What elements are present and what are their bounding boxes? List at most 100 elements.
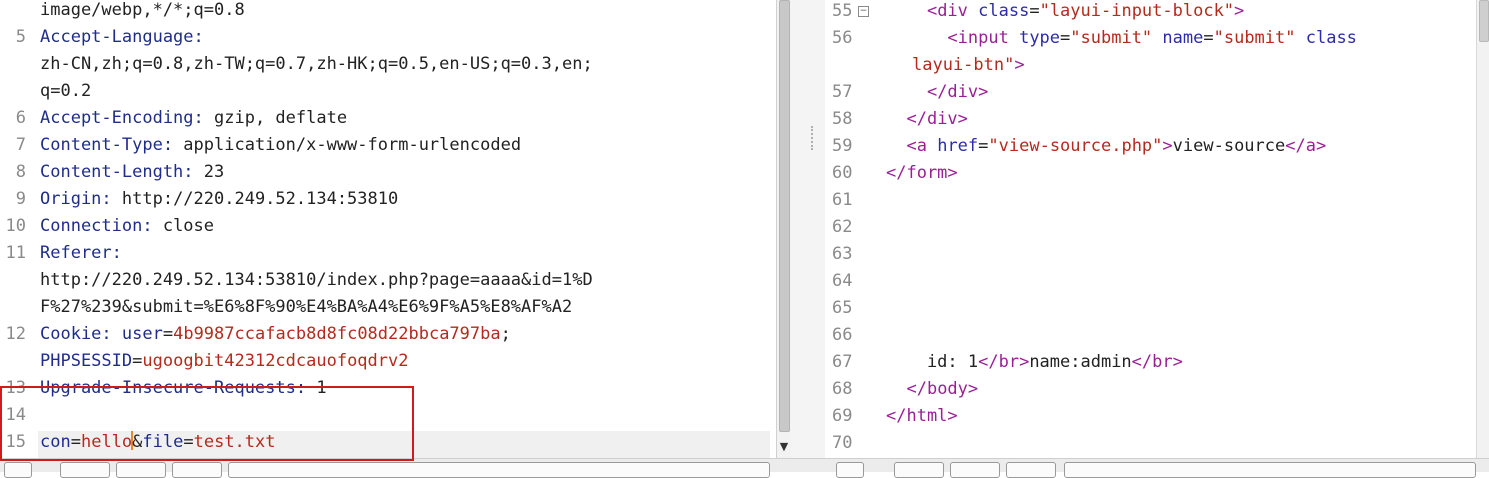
code-line[interactable]: 55− <div class="layui-input-block"> <box>826 0 1489 25</box>
response-search-input[interactable] <box>1064 462 1476 478</box>
token: Content-Type: <box>40 135 184 155</box>
request-scrollbar-thumb[interactable] <box>779 0 790 432</box>
code-line[interactable]: 56 <input type="submit" name="submit" cl… <box>826 25 1489 52</box>
token: = <box>162 324 174 344</box>
toolbar-button[interactable] <box>894 462 944 478</box>
line-content: </div> <box>886 106 967 133</box>
token: > <box>1162 136 1173 156</box>
code-line[interactable]: 6 Accept-Encoding: gzip, deflate <box>0 105 776 132</box>
line-number: 10 <box>5 216 26 236</box>
token: = <box>132 351 143 371</box>
toolbar-button[interactable] <box>172 462 222 478</box>
token: "submit" <box>1070 28 1163 48</box>
toolbar-button[interactable] <box>4 462 32 478</box>
token: </br> <box>1131 352 1183 372</box>
code-line[interactable]: http://220.249.52.134:53810/index.php?pa… <box>0 267 776 294</box>
code-line[interactable]: 9 Origin: http://220.249.52.134:53810 <box>0 186 776 213</box>
token: <input <box>947 28 1020 48</box>
toolbar-button[interactable] <box>60 462 110 478</box>
line-content: Content-Length: 23 <box>40 159 224 186</box>
token: name:admin <box>1029 352 1132 372</box>
token: "submit" <box>1213 28 1306 48</box>
code-line[interactable]: 69 </html> <box>826 403 1489 430</box>
toolbar-button[interactable] <box>1006 462 1056 478</box>
code-line[interactable]: 12 Cookie: user=4b9987ccafacb8d8fc08d22bb… <box>0 321 776 348</box>
code-line[interactable]: 62 <box>826 214 1489 241</box>
token: view-source <box>1172 136 1286 156</box>
code-line[interactable]: 8 Content-Length: 23 <box>0 159 776 186</box>
line-content: <input type="submit" name="submit" class <box>886 25 1357 52</box>
pane-splitter[interactable] <box>791 0 825 458</box>
line-number: 68 <box>832 379 853 399</box>
token: "view-source.php" <box>988 136 1163 156</box>
line-content: <a href="view-source.php">view-source</a… <box>886 133 1326 160</box>
line-number: 63 <box>832 244 853 264</box>
line-number: 67 <box>832 352 853 372</box>
line-number: 9 <box>15 189 26 209</box>
line-content: Accept-Encoding: gzip, deflate <box>40 105 347 132</box>
response-editor[interactable]: 55− <div class="layui-input-block"> 56 <i… <box>826 0 1489 458</box>
fold-toggle-icon[interactable]: − <box>858 6 869 17</box>
line-content: </div> <box>886 79 988 106</box>
token: q=0.2 <box>40 81 92 101</box>
toolbar-button[interactable] <box>836 462 864 478</box>
token: Cookie: <box>40 324 122 344</box>
code-line[interactable]: PHPSESSID=ugoogbit42312cdcauofoqdrv2 <box>0 348 776 375</box>
code-line[interactable]: image/webp,*/*;q=0.8 <box>0 0 776 24</box>
line-number: 64 <box>832 271 853 291</box>
token: > <box>1014 55 1025 75</box>
code-line[interactable]: 59 <a href="view-source.php">view-source… <box>826 133 1489 160</box>
code-line[interactable]: q=0.2 <box>0 78 776 105</box>
token: </form> <box>886 163 958 183</box>
code-line[interactable]: F%27%239&submit=%E6%8F%90%E4%BA%A4%E6%9F… <box>0 294 776 321</box>
token: 23 <box>203 162 225 182</box>
code-line[interactable]: 66 <box>826 322 1489 349</box>
code-line[interactable]: 7 Content-Type: application/x-www-form-ur… <box>0 132 776 159</box>
toolbar-button[interactable] <box>116 462 166 478</box>
splitter-grip-icon[interactable] <box>811 126 815 150</box>
code-line[interactable]: 58 </div> <box>826 106 1489 133</box>
code-line[interactable]: zh-CN,zh;q=0.8,zh-TW;q=0.7,zh-HK;q=0.5,e… <box>0 51 776 78</box>
line-content: Referer: <box>40 240 122 267</box>
token: Accept-Language: <box>40 27 204 47</box>
token: = <box>1029 1 1040 21</box>
token: Accept-Encoding: <box>40 108 214 128</box>
code-line[interactable]: 60 </form> <box>826 160 1489 187</box>
response-scrollbar[interactable] <box>1476 0 1489 458</box>
code-line[interactable]: 67 id: 1</br>name:admin</br> <box>826 349 1489 376</box>
token: user <box>121 324 163 344</box>
line-number: 60 <box>832 163 853 183</box>
line-number: 12 <box>5 324 26 344</box>
code-line[interactable]: 63 <box>826 241 1489 268</box>
token: </body> <box>906 379 979 399</box>
token: ugoogbit42312cdcauofoqdrv2 <box>142 351 409 371</box>
code-line[interactable]: 11 Referer: <box>0 240 776 267</box>
token: Referer: <box>40 243 122 263</box>
code-line[interactable]: 68 </body> <box>826 376 1489 403</box>
code-line[interactable]: 61 <box>826 187 1489 214</box>
scroll-down-icon[interactable]: ▼ <box>777 438 791 456</box>
line-number: 66 <box>832 325 853 345</box>
code-line[interactable]: 64 <box>826 268 1489 295</box>
code-line[interactable]: layui-btn"> <box>826 52 1489 79</box>
line-content: http://220.249.52.134:53810/index.php?pa… <box>40 267 593 294</box>
token: id: 1 <box>886 352 979 372</box>
line-number: 7 <box>15 135 26 155</box>
toolbar-button[interactable] <box>950 462 1000 478</box>
code-line[interactable]: 70 <box>826 430 1489 457</box>
line-number: 59 <box>832 136 853 156</box>
line-content: F%27%239&submit=%E6%8F%90%E4%BA%A4%E6%9F… <box>40 294 572 321</box>
token: layui-btn" <box>912 55 1015 75</box>
code-line[interactable]: 57 </div> <box>826 79 1489 106</box>
request-scrollbar[interactable]: ▼ <box>776 0 791 458</box>
code-line[interactable]: 5 Accept-Language: <box>0 24 776 51</box>
token: close <box>162 216 215 236</box>
code-line[interactable]: 10 Connection: close <box>0 213 776 240</box>
code-line[interactable]: 65 <box>826 295 1489 322</box>
response-scrollbar-thumb[interactable] <box>1479 0 1489 42</box>
request-search-input[interactable] <box>228 462 770 478</box>
token: </div> <box>926 82 989 102</box>
line-content: image/webp,*/*;q=0.8 <box>40 0 245 24</box>
